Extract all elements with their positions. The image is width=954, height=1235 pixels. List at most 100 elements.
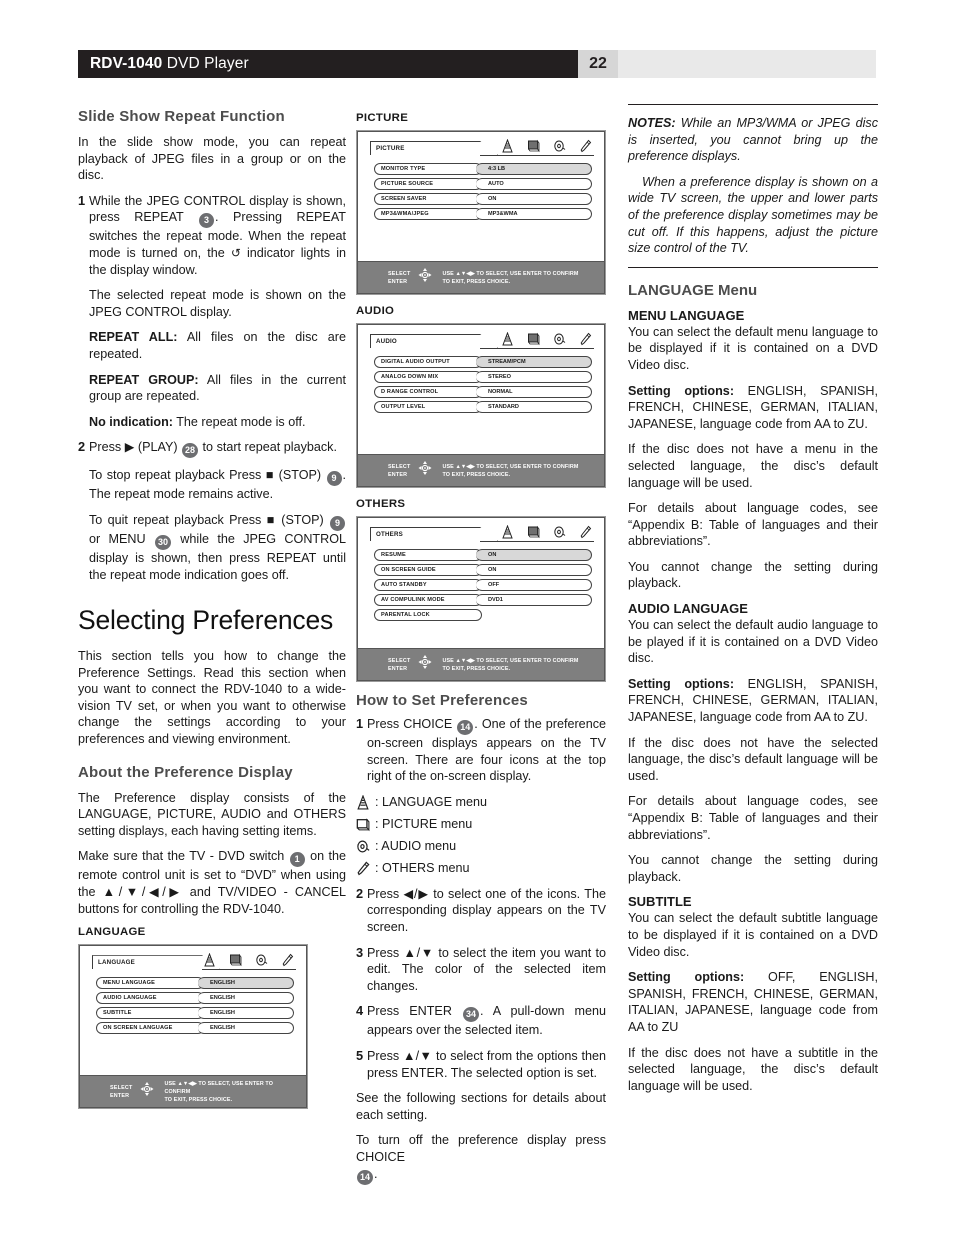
picture-screen-icon[interactable] [526, 524, 540, 539]
osd-row[interactable]: AUTO STANDBY OFF [374, 579, 592, 591]
pref-step-2: 2 Press ◀/▶ to select one of the icons. … [356, 886, 606, 936]
notes-paragraph-1: NOTES: While an MP3/WMA or JPEG disc is … [628, 115, 878, 165]
audio-language-note-2: For details about language codes, see “A… [628, 794, 878, 842]
osd-select-label: SELECT [110, 1084, 133, 1091]
osd-select-label: SELECT [388, 463, 411, 470]
osd-row[interactable]: ON SCREEN GUIDE ON [374, 564, 592, 576]
language-flag-icon[interactable] [202, 952, 216, 967]
notes-rule-top [628, 104, 878, 105]
audio-disc-icon[interactable] [552, 138, 566, 153]
picture-screen-icon[interactable] [526, 138, 540, 153]
setting-options-label: Setting options: [628, 383, 735, 398]
step-text: Press ▲/▼ to select from the options the… [367, 1048, 606, 1080]
osd-row-label: ON SCREEN GUIDE [374, 564, 482, 576]
step-text: Press ▲/▼ to select the item you want to… [367, 945, 606, 993]
repeat-group-desc: REPEAT GROUP: All files in the current g… [78, 372, 346, 405]
osd-footer-bar: SELECT ENTER USE ▲▼◀▶ TO SELECT, USE ENT… [358, 648, 604, 680]
osd-row[interactable]: ANALOG DOWN MIX STEREO [374, 371, 592, 383]
osd-top-area: LANGUAGE MENU LANGUAGE ENGLISH AUDIO LAN… [80, 946, 306, 1075]
step-text: Press ▶ (PLAY) 28 to start repeat playba… [89, 439, 346, 459]
osd-hint-line-1: USE ▲▼◀▶ TO SELECT, USE ENTER TO CONFIRM [442, 463, 579, 470]
others-wrench-icon[interactable] [578, 331, 592, 346]
language-flag-icon[interactable] [500, 524, 514, 539]
joystick-icon [416, 459, 434, 482]
remote-key-badge-14b: 14 [357, 1169, 373, 1185]
step-2-play: 2 Press ▶ (PLAY) 28 to start repeat play… [78, 439, 346, 459]
quit-mid-text: or MENU [89, 531, 154, 546]
osd-row[interactable]: D RANGE CONTROL NORMAL [374, 386, 592, 398]
audio-disc-icon[interactable] [552, 331, 566, 346]
osd-hint-text: USE ▲▼◀▶ TO SELECT, USE ENTER TO CONFIRM… [442, 657, 578, 673]
picture-osd-frame: PICTURE MONITOR TYPE 4:3 LB PICTURE SOUR… [356, 130, 606, 295]
repeat-group-label: REPEAT GROUP: [89, 372, 199, 387]
osd-enter-label: ENTER [388, 471, 408, 478]
osd-row-label: PARENTAL LOCK [374, 609, 482, 621]
osd-spacer [366, 416, 596, 446]
menu-language-note-1: If the disc does not have a menu in the … [628, 442, 878, 490]
play-triangle-icon: ▶ [124, 440, 135, 455]
osd-row[interactable]: MENU LANGUAGE ENGLISH [96, 977, 294, 989]
others-wrench-icon[interactable] [578, 138, 592, 153]
osd-select-label: SELECT [388, 657, 411, 664]
pref-step-3: 3 Press ▲/▼ to select the item you want … [356, 945, 606, 995]
preference-icon-legend: : LANGUAGE menu : PICTURE menu : AUDIO m… [356, 794, 606, 876]
osd-rows: DIGITAL AUDIO OUTPUT STREAM/PCM ANALOG D… [366, 354, 596, 413]
audio-disc-icon[interactable] [254, 952, 268, 967]
osd-row[interactable]: PARENTAL LOCK [374, 609, 592, 621]
remote-key-badge-9b: 9 [330, 515, 345, 531]
quit-stop-label: (STOP) [281, 512, 324, 527]
step-text: Press CHOICE 14. One of the preference o… [367, 716, 606, 785]
osd-hint-line-2: TO EXIT, PRESS CHOICE. [442, 665, 511, 672]
picture-screen-icon[interactable] [228, 952, 242, 967]
osd-footer-bar: SELECT ENTER USE ▲▼◀▶ TO SELECT, USE ENT… [80, 1075, 306, 1108]
osd-tab-row: OTHERS [370, 524, 594, 542]
remote-key-badge-1: 1 [289, 852, 305, 868]
osd-row-label: ON SCREEN LANGUAGE [96, 1022, 204, 1034]
osd-row[interactable]: SUBTITLE ENGLISH [96, 1007, 294, 1019]
osd-tab-row: PICTURE [370, 138, 594, 156]
step-text: Press ◀/▶ to select one of the icons. Th… [367, 886, 606, 934]
osd-row[interactable]: ON SCREEN LANGUAGE ENGLISH [96, 1022, 294, 1034]
language-flag-icon[interactable] [500, 331, 514, 346]
audio-osd-figure: AUDIO DIGITAL AUDIO OUTPUT STREAM/PCM AN… [356, 323, 606, 488]
menu-language-desc: You can select the default menu language… [628, 324, 878, 372]
osd-row[interactable]: RESUME ON [374, 549, 592, 561]
step-number: 4 [356, 1003, 364, 1019]
pref-step-1: 1 Press CHOICE 14. One of the preference… [356, 716, 606, 785]
osd-menu-icons [500, 138, 592, 153]
step-number: 2 [356, 885, 364, 901]
osd-row[interactable]: MONITOR TYPE 4:3 LB [374, 163, 592, 175]
osd-row-value: ON [476, 549, 592, 561]
osd-row[interactable]: PICTURE SOURCE AUTO [374, 178, 592, 190]
osd-row[interactable]: OUTPUT LEVEL STANDARD [374, 401, 592, 413]
picture-screen-icon[interactable] [526, 331, 540, 346]
selecting-preferences-intro: This section tells you how to change the… [78, 649, 346, 747]
osd-row-value: ENGLISH [198, 1007, 294, 1019]
repeat-all-desc: REPEAT ALL: All files on the disc are re… [78, 329, 346, 362]
osd-row[interactable]: AV COMPULINK MODE DVD1 [374, 594, 592, 606]
osd-spacer [366, 223, 596, 253]
about-preference-p2: Make sure that the TV - DVD switch 1 on … [78, 848, 346, 917]
others-wrench-icon[interactable] [578, 524, 592, 539]
others-wrench-icon[interactable] [280, 952, 294, 967]
quit-repeat-desc: To quit repeat playback Press ■ (STOP) 9… [78, 512, 346, 583]
osd-hint-line-1: USE ▲▼◀▶ TO SELECT, USE ENTER TO CONFIRM [442, 657, 579, 664]
legend-label: : PICTURE menu [375, 817, 473, 832]
osd-row[interactable]: DIGITAL AUDIO OUTPUT STREAM/PCM [374, 356, 592, 368]
audio-language-desc: You can select the default audio languag… [628, 618, 878, 666]
step-number: 2 [78, 439, 86, 455]
step-text: Press ENTER 34. A pull-down menu appears… [367, 1003, 606, 1039]
osd-row-label: ANALOG DOWN MIX [374, 371, 482, 383]
language-flag-icon[interactable] [500, 138, 514, 153]
legend-label: : OTHERS menu [375, 861, 470, 876]
osd-row[interactable]: SCREEN SAVER ON [374, 193, 592, 205]
osd-row-value: ON [476, 193, 592, 205]
audio-disc-icon[interactable] [552, 524, 566, 539]
stop-repeat-desc: To stop repeat playback Press ■ (STOP) 9… [78, 467, 346, 503]
osd-row-label: DIGITAL AUDIO OUTPUT [374, 356, 482, 368]
menu-language-note-3: You cannot change the setting during pla… [628, 559, 878, 591]
language-osd-frame: LANGUAGE MENU LANGUAGE ENGLISH AUDIO LAN… [78, 944, 308, 1110]
osd-row[interactable]: AUDIO LANGUAGE ENGLISH [96, 992, 294, 1004]
osd-row[interactable]: MP3&WMA/JPEG MP3&WMA [374, 208, 592, 220]
osd-rows: MENU LANGUAGE ENGLISH AUDIO LANGUAGE ENG… [88, 975, 298, 1034]
